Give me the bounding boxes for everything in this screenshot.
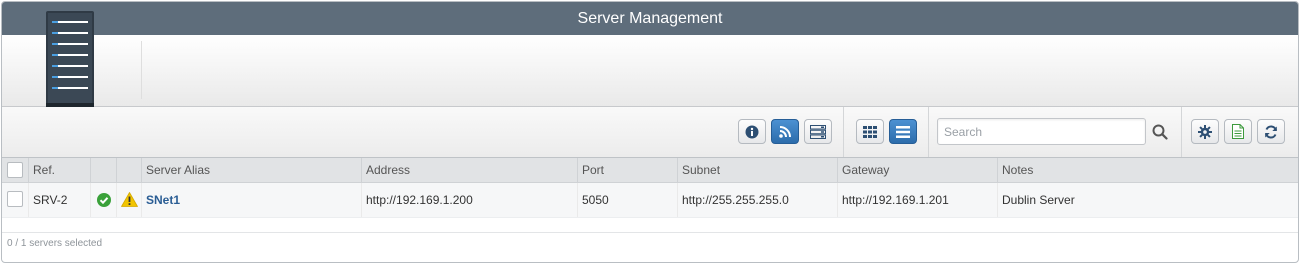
server-list-button[interactable]	[804, 119, 832, 144]
toolbar	[2, 107, 1298, 158]
column-header-status	[91, 158, 117, 182]
toolbar-divider	[843, 107, 844, 157]
cell-port: 5050	[578, 183, 678, 217]
document-icon	[1232, 124, 1244, 139]
rss-button[interactable]	[771, 119, 799, 144]
search-icon[interactable]	[1152, 124, 1168, 140]
column-header-alias[interactable]: Server Alias	[142, 158, 362, 182]
export-button[interactable]	[1224, 119, 1252, 144]
warning-icon	[121, 192, 138, 207]
table-row[interactable]: SRV-2 SNet1 http://192.169.1.200 5050 ht…	[2, 183, 1298, 218]
window-title: Server Management	[2, 2, 1298, 35]
table-header: Ref. Server Alias Address Port Subnet Ga…	[2, 158, 1298, 183]
column-header-notes[interactable]: Notes	[998, 158, 1298, 182]
column-header-port[interactable]: Port	[578, 158, 678, 182]
server-management-window: Server Management Search Ref. Server Ali…	[1, 1, 1299, 263]
select-all-cell	[2, 158, 29, 182]
list-icon	[896, 125, 910, 138]
cell-ref: SRV-2	[29, 183, 91, 217]
cell-warning	[117, 183, 142, 217]
row-checkbox[interactable]	[7, 191, 23, 207]
column-header-address[interactable]: Address	[362, 158, 578, 182]
column-header-subnet[interactable]: Subnet	[678, 158, 838, 182]
rss-icon	[778, 126, 791, 138]
cell-address: http://192.169.1.200	[362, 183, 578, 217]
toolbar-divider	[1181, 107, 1182, 157]
refresh-icon	[1265, 124, 1277, 139]
check-circle-icon	[97, 193, 111, 207]
header-divider	[141, 41, 142, 99]
selection-status: 0 / 1 servers selected	[7, 238, 103, 249]
server-alias-link[interactable]: SNet1	[146, 193, 180, 207]
info-button[interactable]	[738, 119, 766, 144]
cell-gateway: http://192.169.1.201	[838, 183, 998, 217]
list-view-button[interactable]	[889, 119, 917, 144]
refresh-button[interactable]	[1257, 119, 1285, 144]
row-select-cell	[2, 183, 29, 217]
header-banner	[2, 11, 1298, 107]
cell-alias: SNet1	[142, 183, 362, 217]
column-header-ref[interactable]: Ref.	[29, 158, 91, 182]
cell-status	[91, 183, 117, 217]
server-list-icon	[810, 124, 826, 139]
footer: 0 / 1 servers selected	[2, 232, 1298, 262]
select-all-checkbox[interactable]	[7, 162, 23, 178]
gear-icon	[1198, 124, 1212, 139]
grid-icon	[863, 125, 877, 138]
column-header-gateway[interactable]: Gateway	[838, 158, 998, 182]
toolbar-divider	[928, 107, 929, 157]
cell-subnet: http://255.255.255.0	[678, 183, 838, 217]
search-input[interactable]	[937, 118, 1146, 145]
server-rack-icon	[46, 11, 94, 107]
info-icon	[745, 125, 759, 138]
column-header-warning	[117, 158, 142, 182]
settings-button[interactable]	[1191, 119, 1219, 144]
grid-view-button[interactable]	[856, 119, 884, 144]
cell-notes: Dublin Server	[1002, 193, 1075, 207]
